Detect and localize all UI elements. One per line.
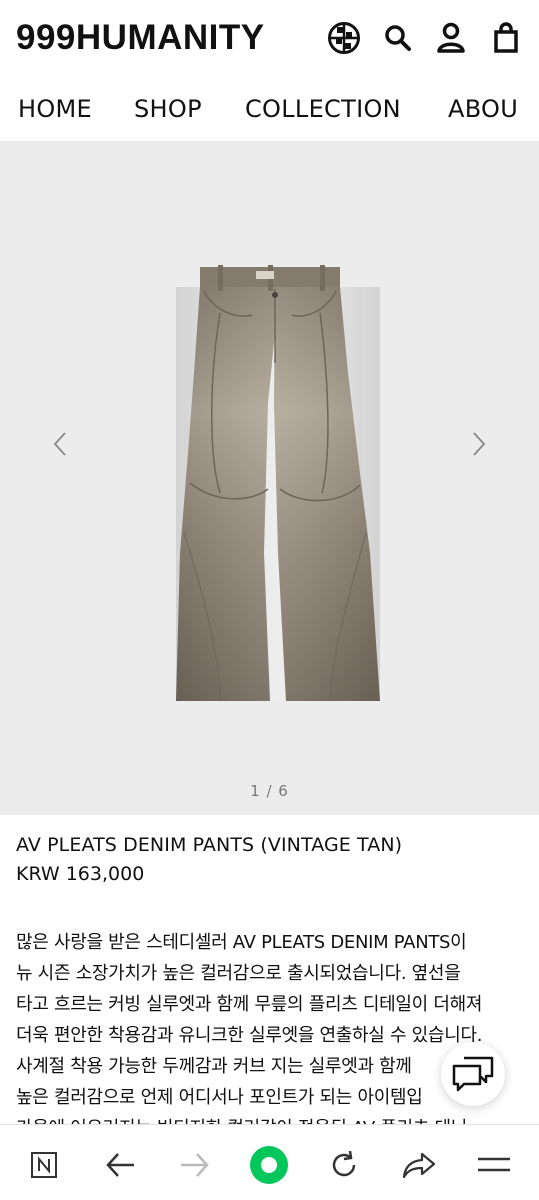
gallery-next-arrow-icon[interactable] — [464, 429, 494, 459]
shopping-bag-icon[interactable] — [488, 20, 524, 56]
browser-bottom-bar — [0, 1124, 539, 1200]
site-logo[interactable]: 999HUMANITY — [16, 18, 265, 58]
globe-grid-icon[interactable] — [326, 20, 362, 56]
product-title: AV PLEATS DENIM PANTS (VINTAGE TAN) — [16, 834, 403, 856]
gallery-counter: 1 / 6 — [250, 782, 289, 800]
share-icon[interactable] — [399, 1145, 439, 1185]
chat-icon — [452, 1056, 494, 1092]
nav-about[interactable]: ABOU — [448, 94, 518, 124]
green-home-circle-icon[interactable] — [249, 1145, 289, 1185]
search-icon[interactable] — [380, 20, 416, 56]
user-icon[interactable] — [433, 20, 469, 56]
chat-button[interactable] — [441, 1042, 505, 1106]
forward-arrow-icon[interactable] — [175, 1145, 215, 1185]
gallery-prev-arrow-icon[interactable] — [45, 429, 75, 459]
back-arrow-icon[interactable] — [100, 1145, 140, 1185]
nav-shop[interactable]: SHOP — [134, 94, 202, 124]
site-header: 999HUMANITY — [0, 0, 539, 76]
main-nav: HOME SHOP COLLECTION ABOU — [0, 78, 539, 140]
nav-home[interactable]: HOME — [18, 94, 92, 124]
nav-collection[interactable]: COLLECTION — [245, 94, 401, 124]
product-gallery[interactable]: 1 / 6 — [0, 141, 539, 815]
reload-icon[interactable] — [324, 1145, 364, 1185]
product-price: KRW 163,000 — [16, 863, 145, 885]
product-image-denim-pants — [176, 265, 380, 702]
naver-n-icon[interactable] — [24, 1145, 64, 1185]
product-description: 많은 사랑을 받은 스테디셀러 AV PLEATS DENIM PANTS이 뉴… — [16, 932, 483, 1127]
menu-icon[interactable] — [474, 1145, 514, 1185]
